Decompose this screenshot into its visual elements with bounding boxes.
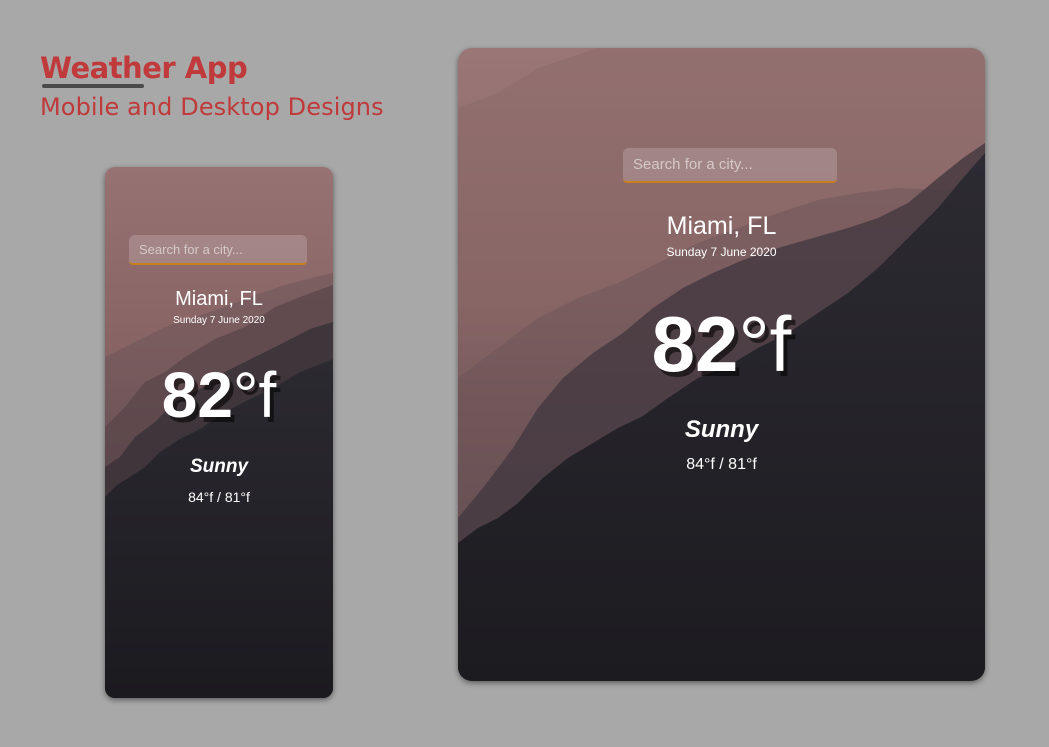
design-showcase: Weather App Mobile and Desktop Designs S…	[0, 0, 1049, 747]
desktop-mockup: Miami, FL Sunday 7 June 2020 82°f Sunny …	[458, 48, 985, 681]
search-input[interactable]	[623, 148, 837, 183]
city-name: Miami, FL	[175, 288, 263, 310]
current-temperature: 82°f	[105, 359, 333, 431]
temperature-value: 82	[161, 359, 233, 431]
title-underline	[42, 84, 144, 88]
search-input[interactable]	[129, 235, 307, 265]
page-subtitle: Mobile and Desktop Designs	[40, 93, 384, 121]
page-heading: Weather App Mobile and Desktop Designs	[40, 50, 384, 122]
high-low-range: 84°f / 81°f	[686, 456, 757, 473]
temperature-value: 82	[651, 300, 739, 388]
current-date: Sunday 7 June 2020	[666, 245, 777, 259]
page-title-text: Weather App	[40, 51, 248, 85]
weather-condition: Sunny	[684, 416, 759, 443]
current-date: Sunday 7 June 2020	[173, 315, 265, 326]
temperature-unit: °f	[232, 359, 277, 431]
temperature-unit: °f	[738, 300, 792, 388]
high-low-range: 84°f / 81°f	[188, 489, 250, 505]
city-name: Miami, FL	[666, 212, 777, 240]
page-title: Weather App	[40, 50, 248, 88]
weather-condition: Sunny	[189, 456, 249, 477]
current-temperature: 82°f	[458, 302, 985, 386]
mobile-mockup: Miami, FL Sunday 7 June 2020 82°f Sunny …	[105, 167, 333, 698]
